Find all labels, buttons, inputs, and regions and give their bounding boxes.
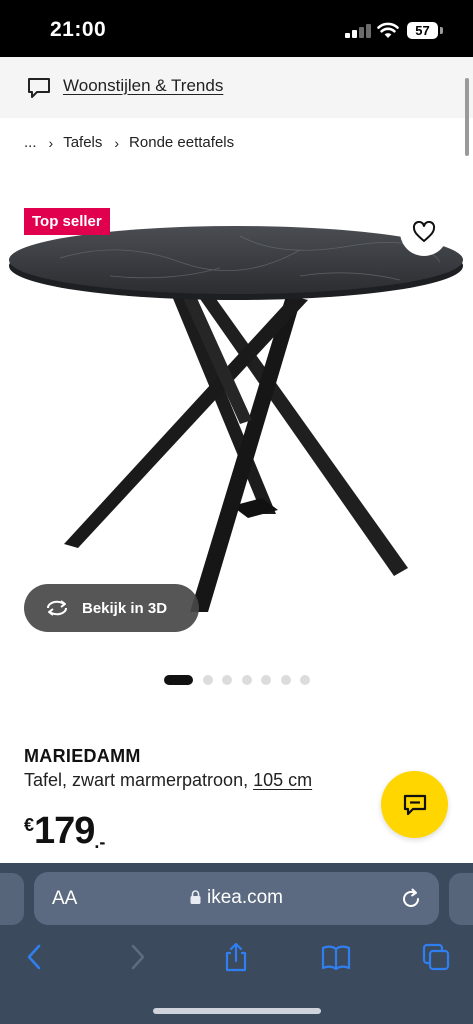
chat-icon (403, 794, 426, 815)
carousel-dot[interactable] (300, 675, 310, 685)
heart-icon (412, 221, 436, 242)
url-text: ikea.com (206, 887, 284, 908)
carousel-dot[interactable] (222, 675, 232, 685)
chat-bubble-icon (28, 78, 50, 98)
lock-icon (190, 890, 201, 904)
back-icon[interactable] (20, 942, 50, 972)
share-icon[interactable] (221, 942, 251, 972)
image-carousel-dots (164, 675, 320, 685)
product-name: MARIEDAMM (24, 746, 141, 766)
reload-icon[interactable] (400, 888, 422, 910)
home-indicator (153, 1008, 321, 1014)
url-display: ikea.com (34, 887, 439, 909)
next-tab-peek[interactable] (449, 873, 473, 925)
chevron-right-icon: › (48, 134, 54, 151)
price-currency: € (24, 815, 35, 835)
breadcrumb-item-tafels[interactable]: Tafels (63, 134, 102, 151)
status-time: 21:00 (50, 18, 107, 41)
wifi-icon (377, 22, 399, 38)
carousel-dot[interactable] (261, 675, 271, 685)
price-decimals: .- (94, 832, 106, 852)
top-seller-badge: Top seller (24, 208, 110, 235)
view-in-3d-button[interactable]: Bekijk in 3D (24, 584, 199, 632)
address-bar[interactable]: AA ikea.com (34, 872, 439, 925)
page-scrollbar[interactable] (465, 78, 469, 156)
table-top (9, 226, 463, 294)
tabs-icon[interactable] (421, 942, 451, 972)
carousel-dot[interactable] (280, 675, 291, 685)
chat-button[interactable] (381, 771, 448, 838)
carousel-dot[interactable] (164, 675, 193, 685)
carousel-dot[interactable] (202, 675, 213, 685)
product-description: Tafel, zwart marmerpatroon, 105 cm (24, 770, 312, 791)
bookmarks-icon[interactable] (321, 942, 351, 972)
product-price: € 179 .- (24, 810, 105, 853)
inspiration-banner[interactable]: Woonstijlen & Trends (0, 57, 473, 118)
status-bar: 21:00 57 (0, 0, 473, 57)
battery-indicator: 57 (407, 22, 438, 39)
product-size-link[interactable]: 105 cm (253, 770, 312, 790)
forward-icon[interactable] (122, 942, 152, 972)
carousel-dot[interactable] (241, 675, 252, 685)
view-in-3d-label: Bekijk in 3D (82, 599, 168, 617)
breadcrumb: ... › Tafels › Ronde eettafels (24, 134, 234, 151)
cellular-signal-icon (345, 24, 371, 38)
product-image[interactable] (0, 200, 473, 650)
price-amount: 179 (34, 810, 95, 852)
previous-tab-peek[interactable] (0, 873, 24, 925)
favorite-button[interactable] (400, 208, 448, 256)
rotate-3d-icon (47, 600, 67, 616)
chevron-right-icon: › (114, 134, 120, 151)
product-description-text: Tafel, zwart marmerpatroon, (24, 770, 249, 790)
breadcrumb-ellipsis[interactable]: ... (24, 134, 37, 151)
woonstijlen-trends-link[interactable]: Woonstijlen & Trends (63, 76, 223, 96)
breadcrumb-item-ronde-eettafels[interactable]: Ronde eettafels (129, 134, 234, 151)
battery-cap (440, 27, 443, 34)
table-legs (64, 296, 408, 612)
